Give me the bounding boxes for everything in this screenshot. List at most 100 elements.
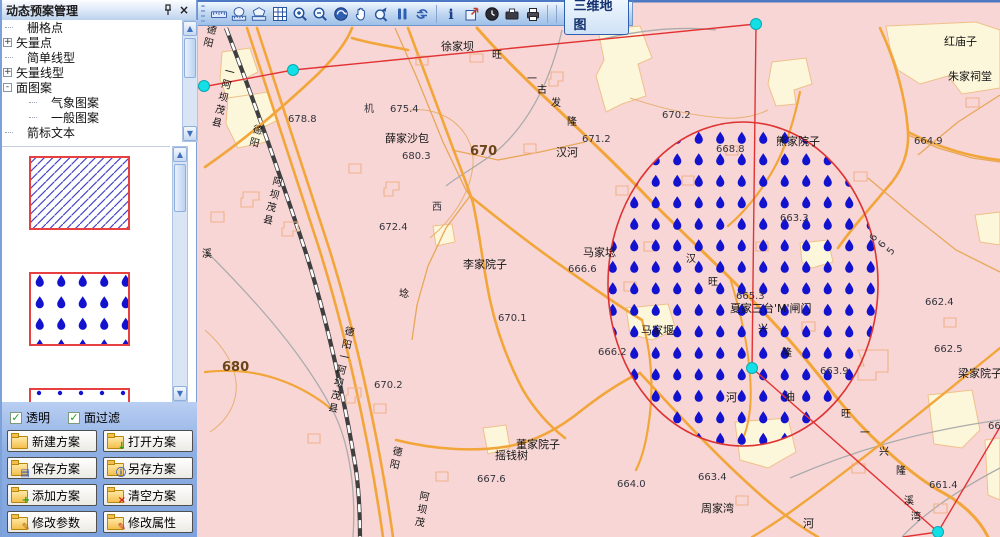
map-label: 663.3 [780, 213, 809, 224]
map-label: 汉 [686, 253, 696, 265]
clear-plan-button[interactable]: ×清空方案 [103, 484, 193, 506]
open-plan-button[interactable]: ↓打开方案 [103, 430, 193, 452]
tree-item[interactable]: +矢量点 [2, 35, 182, 50]
scroll-up-icon[interactable]: ▲ [183, 21, 197, 36]
map-label: 666.2 [598, 347, 627, 358]
map-label: 661.4 [929, 480, 958, 491]
tree-scrollbar[interactable]: ▲ ▼ [182, 20, 198, 142]
map-label: 663.9 [820, 366, 849, 377]
map-label: 旺 [841, 409, 851, 420]
map-label: 672.4 [379, 222, 408, 233]
grid-icon[interactable] [270, 4, 288, 24]
map-label: 古 [537, 83, 547, 96]
tree-item[interactable]: 一般图案 [26, 110, 182, 125]
transparent-checkbox[interactable]: ✓ 透明 [10, 409, 50, 426]
tree-item[interactable]: +矢量线型 [2, 65, 182, 80]
scrollbar-thumb[interactable] [184, 38, 196, 78]
tree-item[interactable]: 栅格点 [2, 20, 182, 35]
pause-icon[interactable] [392, 4, 410, 24]
scroll-down-icon[interactable]: ▼ [173, 386, 187, 401]
close-icon[interactable]: × [176, 3, 192, 18]
expander-icon[interactable]: - [3, 83, 12, 92]
map-label: 662.5 [934, 344, 963, 355]
map-label: 667.6 [477, 474, 506, 485]
map-label: 发 [551, 96, 561, 109]
edit-props-button[interactable]: ✎修改属性 [103, 511, 193, 533]
plan-actions-panel: ✓ 透明 ✓ 面过滤 新建方案 ↓打开方案 ▤保存方案 ⓘ另存方案 +添加方案 … [2, 402, 197, 537]
map-label: 兴 [758, 323, 768, 335]
folder-clear-icon: × [107, 490, 124, 503]
toolbar-grip[interactable] [201, 5, 205, 23]
pan-hand-icon[interactable] [352, 4, 370, 24]
map-label: 662.4 [925, 297, 954, 308]
edit-properties-icon: ✎ [107, 517, 124, 530]
edit-params-button[interactable]: ✎修改参数 [7, 511, 97, 533]
map-label: 隆 [896, 464, 906, 477]
refresh-icon[interactable] [413, 4, 431, 24]
map-label: 油 [784, 389, 795, 403]
map-label: 湾 [911, 510, 921, 523]
folder-info-icon: ⓘ [107, 463, 124, 476]
map-label: 河 [803, 517, 814, 530]
map-canvas[interactable]: 徐家坝红庙子朱家祠堂678.8机675.4薛家沙包680.3670680672.… [197, 0, 1000, 537]
add-plan-button[interactable]: +添加方案 [7, 484, 97, 506]
map-label: 666.6 [568, 264, 597, 275]
checkmark-icon: ✓ [68, 412, 80, 424]
map-label: 旺 [708, 277, 718, 288]
export-icon[interactable] [462, 4, 480, 24]
map-label: 溪 [904, 495, 914, 507]
tree-item[interactable]: 简单线型 [2, 50, 182, 65]
zoom-in-icon[interactable] [291, 4, 309, 24]
save-plan-button[interactable]: ▤保存方案 [7, 457, 97, 479]
map-label: 664.9 [914, 136, 943, 147]
map-label: 671.2 [582, 134, 611, 145]
tree-item[interactable]: 气象图案 [26, 95, 182, 110]
folder-open-icon: ↓ [107, 436, 124, 449]
expander-icon[interactable]: + [3, 68, 12, 77]
zoom-out-icon[interactable] [311, 4, 329, 24]
pattern-list-scrollbar[interactable]: ▲ ▼ [172, 146, 188, 402]
partial-swatch[interactable] [29, 388, 130, 403]
info-icon[interactable]: i [442, 4, 460, 24]
measure-circle-icon[interactable] [230, 4, 248, 24]
surface-filter-checkbox[interactable]: ✓ 面过滤 [68, 409, 120, 426]
plan-area-ellipse[interactable] [608, 122, 878, 446]
tree-item[interactable]: 箭标文本 [2, 125, 182, 140]
scroll-up-icon[interactable]: ▲ [173, 147, 187, 162]
previous-view-icon[interactable] [331, 4, 349, 24]
history-clock-icon[interactable] [483, 4, 501, 24]
zoom-window-icon[interactable] [372, 4, 390, 24]
pin-icon[interactable] [160, 3, 176, 18]
map-label: 溪 [202, 248, 212, 260]
scrollbar-thumb[interactable] [174, 164, 186, 212]
map-label: 董家院子 [516, 437, 560, 451]
map-label: 670.2 [662, 110, 691, 121]
map-label: 680 [222, 360, 249, 375]
toolbar-separator [547, 5, 548, 23]
checkmark-icon: ✓ [10, 412, 22, 424]
print-icon[interactable] [523, 4, 541, 24]
svg-text:i: i [449, 7, 454, 22]
expander-icon[interactable]: + [3, 38, 12, 47]
folder-icon [11, 436, 28, 449]
application-window: 徐家坝红庙子朱家祠堂678.8机675.4薛家沙包680.3670680672.… [0, 0, 1000, 537]
new-plan-button[interactable]: 新建方案 [7, 430, 97, 452]
map-label: 668.8 [716, 144, 745, 155]
scroll-down-icon[interactable]: ▼ [183, 126, 197, 141]
diagonal-hatch-swatch[interactable] [29, 156, 130, 230]
map-label: 隆 [782, 346, 792, 359]
map-3d-button[interactable]: 三维地图 [564, 0, 629, 35]
tree-item[interactable]: -面图案 [2, 80, 182, 95]
map-label: 马家堰 [641, 323, 674, 337]
map-label: 汉河 [556, 146, 578, 159]
folder-add-icon: + [11, 490, 28, 503]
panel-title-bar: 动态预案管理 × [2, 0, 196, 21]
save-as-plan-button[interactable]: ⓘ另存方案 [103, 457, 193, 479]
measure-area-icon[interactable] [250, 4, 268, 24]
map-label: 665.3 [736, 291, 765, 302]
blue-drops-swatch[interactable] [29, 272, 130, 346]
measure-distance-icon[interactable] [209, 4, 227, 24]
map-label: 徐家坝 [441, 39, 474, 53]
print-preview-icon[interactable] [503, 4, 521, 24]
map-label: 675.4 [390, 104, 419, 115]
